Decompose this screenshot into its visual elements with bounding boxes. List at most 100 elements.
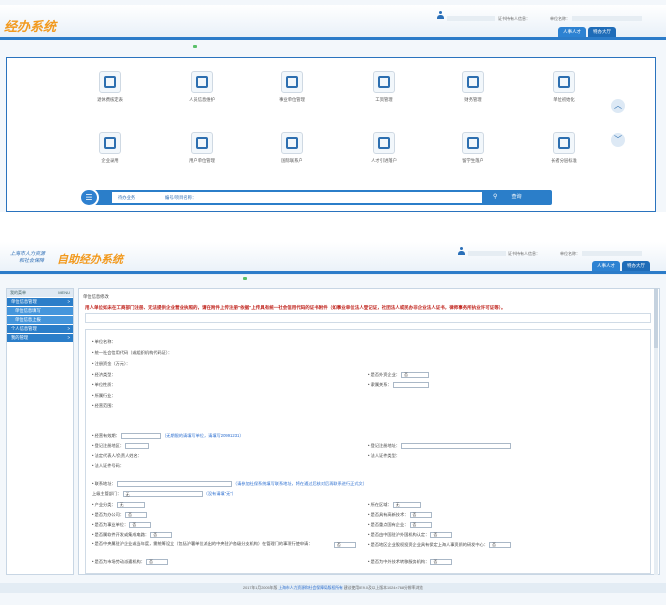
app-logo-main: 自助经办系统 xyxy=(57,254,123,266)
printer-icon xyxy=(99,71,121,93)
user-label: 证书持有人信息： xyxy=(498,16,530,21)
unit-value xyxy=(582,251,642,258)
collapse-handle[interactable] xyxy=(243,277,247,280)
nav-line xyxy=(0,271,666,274)
search-label-todo: 待办业务 xyxy=(118,195,136,200)
field-q1: • 是否中央属驻沪企业或当年度，需统筹设立（包括沪署单位派出的中央驻沪各级分支机… xyxy=(92,541,313,546)
func-person-info[interactable]: 人员信息维护 xyxy=(177,71,227,103)
chevron-right-icon: > xyxy=(67,299,70,304)
calculator-icon xyxy=(373,132,395,154)
field-q2: • 是否地区企业股权投资企业具有保定上海人事资质的研发中心： 否 xyxy=(368,541,512,548)
user-icon xyxy=(458,247,465,255)
office-select[interactable]: 否 xyxy=(125,511,148,518)
field-capital: • 注册资金（万元）： xyxy=(92,361,131,366)
func-public-unit[interactable]: 事业单位管理 xyxy=(267,71,317,103)
search-button[interactable]: 查询 xyxy=(481,190,552,205)
printer-icon xyxy=(373,71,395,93)
field-scope: • 经营范围： xyxy=(92,403,116,408)
reg-district-select[interactable] xyxy=(125,442,150,449)
search-label-id: 编号/项目名称： xyxy=(165,195,197,200)
chat-icon xyxy=(281,71,303,93)
unit-label: 单位名称： xyxy=(560,251,580,256)
expiry-input[interactable] xyxy=(120,432,161,439)
window-icon xyxy=(281,132,303,154)
field-hightech: • 是否具有高新技术： 否 xyxy=(368,511,432,518)
field-industry: • 所属行业： xyxy=(92,393,116,398)
tab-hr[interactable]: 人事人才 xyxy=(558,27,586,37)
sidebar-header: 我的菜单 MENU xyxy=(7,289,73,297)
home-screen: 经办系统 证书持有人信息： 单位名称： 人事人才 特办大厅 退休费核定表 人员信… xyxy=(0,0,666,212)
field-research: • 是否由中国驻沪外国机构认定： 否 xyxy=(368,531,453,538)
affiliation-select[interactable] xyxy=(392,381,429,388)
home-header: 经办系统 证书持有人信息： 单位名称： 人事人才 特办大厅 xyxy=(0,5,666,38)
field-office: • 是否为办公司： 否 xyxy=(92,511,148,518)
q2-select[interactable]: 否 xyxy=(489,541,512,548)
func-finance[interactable]: 财务管理 xyxy=(448,71,498,103)
document-icon xyxy=(191,71,213,93)
notice-box xyxy=(85,313,651,323)
func-salary[interactable]: 工资管理 xyxy=(359,71,409,103)
notice-text: 用人单位如未在工商部门注册、无法提供企业营业执照的，请在附件上传注册"依据"上传… xyxy=(85,305,506,310)
collapse-handle[interactable] xyxy=(193,45,197,48)
app-logo: 经办系统 xyxy=(4,19,57,34)
field-q3: • 是否为市场劳动派遣机构： 否 xyxy=(92,558,169,565)
foreign-select[interactable]: 否 xyxy=(401,371,430,378)
func-user-unit[interactable]: 用户单位管理 xyxy=(177,132,227,164)
q1-select[interactable]: 否 xyxy=(334,541,356,548)
user-icon xyxy=(437,11,444,19)
func-intl[interactable]: 国际联系户 xyxy=(267,132,317,164)
sidebar-item-my-manage[interactable]: 我的管理 > xyxy=(7,334,73,342)
func-elder[interactable]: 长者分层标准 xyxy=(539,132,589,164)
scrollbar-thumb[interactable] xyxy=(654,288,658,348)
industry-cat-select[interactable]: 无 xyxy=(116,501,145,508)
sidebar-item-unit-fill[interactable]: 单位信息填写 xyxy=(7,307,73,315)
func-overseas[interactable]: 留学生落户 xyxy=(448,132,498,164)
tab-special[interactable]: 特办大厅 xyxy=(622,261,650,271)
q4-select[interactable]: 否 xyxy=(430,558,453,565)
tab-special[interactable]: 特办大厅 xyxy=(588,27,616,37)
checklist-icon: ☰ xyxy=(79,188,99,207)
logo-prefix-1: 上海市人力资源 xyxy=(10,251,46,257)
scrollbar[interactable] xyxy=(654,288,658,575)
contact-address-input[interactable] xyxy=(116,480,232,487)
footer: 2017年1月2005年版 上海市人力资源和社会保障局版权所有 建议使用IE9.… xyxy=(0,583,666,593)
sidebar-item-unit-report[interactable]: 单位信息上报 xyxy=(7,316,73,324)
func-retire[interactable]: 退休费核定表 xyxy=(85,71,135,103)
field-legal-rep: • 法定代表人/负责人姓名： xyxy=(92,453,142,458)
q3-select[interactable]: 否 xyxy=(146,558,169,565)
field-superior: 上级主管部门： 无 （没有请填"无"） xyxy=(92,490,236,497)
func-unit-init[interactable]: 单位初始化 xyxy=(539,71,589,103)
func-hire[interactable]: 企业录用 xyxy=(85,132,135,164)
chevron-right-icon: > xyxy=(67,335,70,340)
research-select[interactable]: 否 xyxy=(430,531,453,538)
software-select[interactable]: 否 xyxy=(150,531,173,538)
footer-link[interactable]: 上海市人力资源和社会保障局版权所有 xyxy=(278,586,343,590)
user-label: 证书持有人信息： xyxy=(508,251,540,256)
field-contact-addr: • 联系地址： （请参加社保系统填写联系地址，将在通过后核对后再联系进行正式文） xyxy=(92,480,367,487)
tab-hr[interactable]: 人事人才 xyxy=(592,261,620,271)
user-info xyxy=(468,251,506,258)
field-soe: • 是否重点国有企业： 否 xyxy=(368,521,432,528)
soe-select[interactable]: 否 xyxy=(409,521,432,528)
sidebar-item-unit-info[interactable]: 单位信息管理 > xyxy=(7,298,73,306)
field-q4: • 是否为中外技术转移服务机构： 否 xyxy=(368,558,453,565)
nav-line xyxy=(0,37,666,40)
superior-input[interactable]: 无 xyxy=(122,490,203,497)
reg-address-input[interactable] xyxy=(401,442,512,449)
field-legal-type: • 法人证件类型： xyxy=(368,453,400,458)
sidebar-item-person-info[interactable]: 个人信息管理 > xyxy=(7,325,73,333)
field-software: • 是否属软件开发或集成电路： 否 xyxy=(92,531,173,538)
field-affiliation: • 隶属关系： xyxy=(368,381,429,388)
location-select[interactable]: 无 xyxy=(392,501,421,508)
public-select[interactable]: 否 xyxy=(129,521,152,528)
scroll-down-icon[interactable]: ﹀ xyxy=(611,133,625,147)
field-public: • 是否为事业单位： 否 xyxy=(92,521,152,528)
field-credit-code: • 统一社会信用代码（或组织机构代码证）： xyxy=(92,350,173,355)
logo-prefix-2: 和社会保障 xyxy=(19,258,45,264)
hightech-select[interactable]: 否 xyxy=(409,511,432,518)
field-foreign: • 是否外资企业： 否 xyxy=(368,371,430,378)
scroll-up-icon[interactable]: ︿ xyxy=(611,99,625,113)
top-tabs: 人事人才 特办大厅 xyxy=(558,27,616,37)
field-location: • 所在区域： 无 xyxy=(368,501,421,508)
func-talent[interactable]: 人才引进落户 xyxy=(359,132,409,164)
